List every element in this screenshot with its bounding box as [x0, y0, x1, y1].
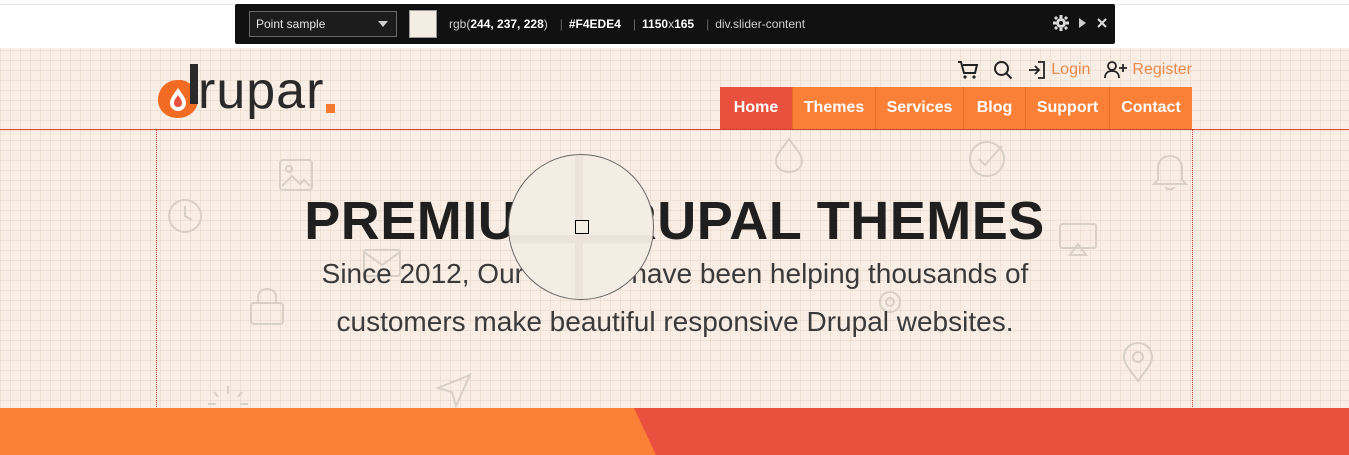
gear-icon[interactable]: [1053, 14, 1069, 34]
search-icon[interactable]: [993, 60, 1013, 80]
nav-item-home[interactable]: Home: [720, 87, 793, 129]
map-pin-icon: [1122, 341, 1154, 383]
site-logo[interactable]: rupar: [156, 58, 336, 124]
nav-item-themes[interactable]: Themes: [793, 87, 876, 129]
hero-subtitle: Since 2012, Our themes have been helping…: [321, 258, 1029, 337]
login-label: Login: [1051, 61, 1091, 78]
image-icon: [279, 159, 313, 191]
lock-icon: [250, 287, 284, 325]
login-link[interactable]: Login: [1027, 60, 1090, 80]
nav-item-blog[interactable]: Blog: [964, 87, 1026, 129]
login-icon: [1029, 61, 1046, 79]
add-user-icon: [1104, 61, 1128, 79]
cart-icon[interactable]: [957, 60, 979, 80]
nav-item-support[interactable]: Support: [1026, 87, 1110, 129]
color-swatch: [409, 10, 437, 38]
color-picker-toolbar: Point sample rgb(244, 237, 228) | #F4EDE…: [235, 4, 1115, 44]
close-icon[interactable]: [1097, 17, 1107, 31]
drop-logo-icon: [156, 62, 200, 120]
drop-icon: [774, 137, 804, 174]
hero-title: PREMIUM DRUPAL THEMES: [304, 191, 1045, 251]
sample-mode-label: Point sample: [256, 17, 326, 31]
brand-dot: [326, 103, 336, 113]
size-readout: 1150x165: [642, 17, 695, 31]
nav-item-services[interactable]: Services: [876, 87, 964, 129]
sample-point-marker: [575, 220, 589, 234]
chevron-down-icon: [378, 21, 388, 27]
sample-mode-select[interactable]: Point sample: [249, 11, 397, 37]
sunrise-icon: [208, 386, 248, 405]
hex-readout: #F4EDE4: [568, 17, 621, 31]
nav-item-contact[interactable]: Contact: [1110, 87, 1192, 129]
play-icon[interactable]: [1079, 17, 1087, 31]
check-circle-icon: [969, 141, 1005, 177]
rgb-readout: rgb(244, 237, 228): [449, 17, 548, 31]
register-label: Register: [1132, 61, 1192, 78]
main-nav: Home Themes Services Blog Support Contac…: [720, 87, 1192, 129]
bell-icon: [1151, 154, 1189, 191]
send-icon: [434, 373, 472, 408]
utility-bar: Login Register: [957, 58, 1192, 82]
brand-name: rupar: [198, 62, 325, 120]
color-picker-loupe: [508, 154, 654, 300]
bottom-band-red: [634, 408, 1349, 455]
element-readout: div.slider-content: [715, 17, 806, 31]
bottom-band: [0, 408, 1349, 455]
register-link[interactable]: Register: [1104, 60, 1192, 80]
